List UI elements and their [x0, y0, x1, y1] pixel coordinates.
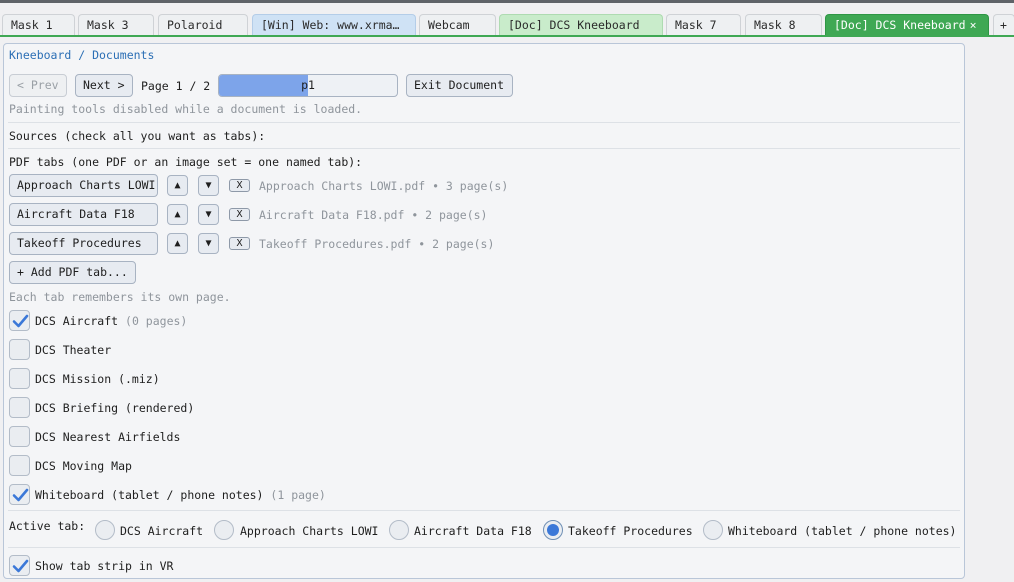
- show-tab-strip-label[interactable]: Show tab strip in VR: [35, 558, 173, 574]
- source-label[interactable]: DCS Briefing (rendered): [35, 400, 194, 416]
- arrow-down-icon: ▼: [205, 180, 212, 191]
- source-checkbox[interactable]: [9, 484, 30, 505]
- active-tab-radio[interactable]: [389, 520, 409, 540]
- tab-mask-1[interactable]: Mask 1: [2, 14, 75, 35]
- tab-memory-note: Each tab remembers its own page.: [9, 290, 231, 304]
- tab-label: [Doc] DCS Kneeboard: [834, 18, 966, 32]
- close-icon: X: [236, 209, 243, 220]
- page-counter: Page 1 / 2: [141, 79, 211, 93]
- pdf-tab-info: Approach Charts LOWI.pdf • 3 page(s): [259, 179, 509, 193]
- source-checkbox[interactable]: [9, 426, 30, 447]
- source-page-count: (1 page): [270, 488, 326, 502]
- source-checkbox[interactable]: [9, 455, 30, 476]
- arrow-down-icon: ▼: [205, 238, 212, 249]
- tab-label: [Doc] DCS Kneeboard: [508, 18, 640, 32]
- arrow-up-icon: ▲: [174, 238, 181, 249]
- tab-polaroid[interactable]: Polaroid: [158, 14, 248, 35]
- arrow-up-icon: ▲: [174, 209, 181, 220]
- tab-label: Mask 3: [87, 18, 129, 32]
- divider: [8, 547, 960, 548]
- tab-doc-kneeboard[interactable]: [Doc] DCS Kneeboard: [499, 14, 663, 35]
- arrow-up-icon: ▲: [174, 180, 181, 191]
- active-tab-option-label[interactable]: DCS Aircraft: [120, 523, 203, 539]
- tab-label: Mask 7: [675, 18, 717, 32]
- move-up-button[interactable]: ▲: [167, 175, 188, 196]
- pdf-tab-info: Aircraft Data F18.pdf • 2 page(s): [259, 208, 488, 222]
- documents-panel: Kneeboard / Documents < Prev Next > Page…: [3, 43, 965, 579]
- tab-label: [Win] Web: www.xrma…: [261, 18, 400, 32]
- move-down-button[interactable]: ▼: [198, 175, 219, 196]
- show-tab-strip-checkbox[interactable]: [9, 555, 30, 576]
- prev-page-button[interactable]: < Prev: [9, 74, 67, 97]
- source-checkbox[interactable]: [9, 339, 30, 360]
- move-down-button[interactable]: ▼: [198, 204, 219, 225]
- remove-pdf-button[interactable]: X: [229, 208, 250, 221]
- active-tab-option-label[interactable]: Whiteboard (tablet / phone notes): [728, 523, 956, 539]
- tab-webcam[interactable]: Webcam: [419, 14, 496, 35]
- active-tab-option-label[interactable]: Takeoff Procedures: [568, 523, 693, 539]
- tab-label: Webcam: [428, 18, 470, 32]
- next-page-button[interactable]: Next >: [75, 74, 133, 97]
- active-tab-option-label[interactable]: Approach Charts LOWI: [240, 523, 378, 539]
- tab-bar-underline: [0, 35, 1014, 37]
- arrow-down-icon: ▼: [205, 209, 212, 220]
- checkmark-icon: [12, 314, 29, 328]
- source-label[interactable]: DCS Moving Map: [35, 458, 132, 474]
- source-checkbox[interactable]: [9, 310, 30, 331]
- tab-label: Mask 1: [11, 18, 53, 32]
- pdf-tab-name-button[interactable]: Takeoff Procedures: [9, 232, 158, 255]
- tab-bar: Mask 1 Mask 3 Polaroid [Win] Web: www.xr…: [0, 14, 1014, 36]
- pdf-tab-name-button[interactable]: Aircraft Data F18: [9, 203, 158, 226]
- move-up-button[interactable]: ▲: [167, 233, 188, 254]
- active-tab-radio[interactable]: [543, 520, 563, 540]
- tab-mask-8[interactable]: Mask 8: [745, 14, 822, 35]
- source-page-count: (0 pages): [125, 314, 188, 328]
- source-label[interactable]: Whiteboard (tablet / phone notes) (1 pag…: [35, 487, 326, 503]
- checkmark-icon: [12, 559, 29, 573]
- exit-document-button[interactable]: Exit Document: [406, 74, 513, 97]
- divider: [8, 510, 960, 511]
- remove-pdf-button[interactable]: X: [229, 237, 250, 250]
- tab-doc-kneeboard-active[interactable]: [Doc] DCS Kneeboard ×: [825, 14, 989, 35]
- source-label[interactable]: DCS Theater: [35, 342, 111, 358]
- pdf-tabs-header: PDF tabs (one PDF or an image set = one …: [9, 155, 363, 169]
- source-checkbox[interactable]: [9, 368, 30, 389]
- divider: [8, 148, 960, 149]
- breadcrumb[interactable]: Kneeboard / Documents: [9, 47, 154, 63]
- add-tab-button[interactable]: +: [993, 14, 1014, 35]
- source-name: DCS Aircraft: [35, 314, 119, 328]
- tab-web[interactable]: [Win] Web: www.xrma…: [252, 14, 416, 35]
- page-input[interactable]: p1: [218, 74, 398, 97]
- pdf-tab-info: Takeoff Procedures.pdf • 2 page(s): [259, 237, 495, 251]
- move-down-button[interactable]: ▼: [198, 233, 219, 254]
- sources-header: Sources (check all you want as tabs):: [9, 129, 266, 143]
- source-label[interactable]: DCS Aircraft (0 pages): [35, 313, 187, 329]
- active-tab-radio[interactable]: [95, 520, 115, 540]
- tab-mask-7[interactable]: Mask 7: [666, 14, 741, 35]
- move-up-button[interactable]: ▲: [167, 204, 188, 225]
- plus-icon: +: [1000, 18, 1007, 32]
- checkmark-icon: [12, 488, 29, 502]
- close-icon[interactable]: ×: [970, 18, 977, 32]
- active-tab-radio[interactable]: [703, 520, 723, 540]
- source-label[interactable]: DCS Nearest Airfields: [35, 429, 180, 445]
- source-checkbox[interactable]: [9, 397, 30, 418]
- active-tab-option-label[interactable]: Aircraft Data F18: [414, 523, 532, 539]
- divider: [8, 122, 960, 123]
- pdf-tab-name-button[interactable]: Approach Charts LOWI: [9, 174, 158, 197]
- active-tab-label: Active tab:: [9, 519, 86, 533]
- add-pdf-tab-button[interactable]: + Add PDF tab...: [9, 261, 136, 284]
- tab-label: Mask 8: [754, 18, 796, 32]
- page-input-value: p1: [301, 78, 315, 92]
- painting-disabled-note: Painting tools disabled while a document…: [9, 102, 363, 116]
- active-tab-radio[interactable]: [214, 520, 234, 540]
- tab-mask-3[interactable]: Mask 3: [78, 14, 154, 35]
- remove-pdf-button[interactable]: X: [229, 179, 250, 192]
- source-label[interactable]: DCS Mission (.miz): [35, 371, 160, 387]
- source-name: Whiteboard (tablet / phone notes): [35, 488, 264, 502]
- close-icon: X: [236, 238, 243, 249]
- tab-label: Polaroid: [167, 18, 223, 32]
- close-icon: X: [236, 180, 243, 191]
- window-top-border: [0, 0, 1014, 3]
